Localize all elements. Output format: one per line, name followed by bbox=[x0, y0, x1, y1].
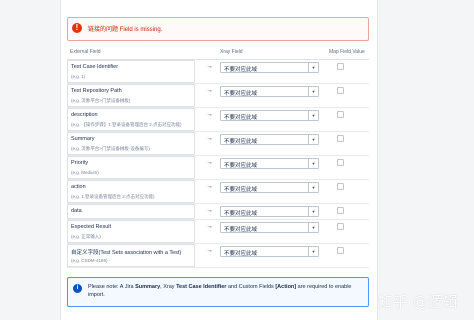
xray-field-select[interactable]: 不要对应此域 ▼ bbox=[220, 222, 319, 233]
mapping-row: data → 不要对应此域 ▼ bbox=[67, 204, 369, 220]
mapping-row: Test Repository Path (e.g. 流象平台>门禁设备械板) → 不… bbox=[67, 84, 369, 108]
chevron-down-icon[interactable]: ▼ bbox=[308, 111, 318, 120]
xray-field-selected-value: 不要对应此域 bbox=[224, 139, 258, 145]
mapping-row: Priority (e.g. Medium) → 不要对应此域 ▼ bbox=[67, 156, 369, 180]
external-field-example: (e.g. 流象平台>门禁设备械板) bbox=[71, 98, 131, 103]
arrow-right-icon: → bbox=[206, 87, 213, 94]
external-field-cell: Summary (e.g. 流象平台>门禁设备械板-设备编写) bbox=[67, 132, 195, 155]
external-field-example: (e.g. 流象平台>门禁设备械板-设备编写) bbox=[71, 146, 150, 151]
chevron-down-icon[interactable]: ▼ bbox=[308, 135, 318, 144]
arrow-right-icon: → bbox=[206, 183, 213, 190]
chevron-down-icon[interactable]: ▼ bbox=[308, 207, 318, 216]
chevron-down-icon[interactable]: ▼ bbox=[308, 87, 318, 96]
external-field-example: (e.g. 1.登录设备管理后台 2.点击对应功能) bbox=[71, 194, 155, 199]
external-field-name: 自定义字段(Test Sets association with a Test) bbox=[71, 250, 182, 256]
import-mapping-panel: ! 链接的问题 Field is missing. External Field… bbox=[60, 0, 378, 320]
info-message: i Please note: A Jira Summary, Xray Test… bbox=[67, 277, 369, 307]
arrow-right-icon: → bbox=[206, 63, 213, 70]
map-field-value-checkbox[interactable] bbox=[337, 207, 344, 214]
map-field-value-checkbox[interactable] bbox=[337, 135, 344, 142]
info-icon: i bbox=[73, 284, 82, 293]
external-field-name: Expected Result bbox=[71, 224, 112, 230]
external-field-cell: Test Case Identifier (e.g. 1) bbox=[67, 60, 195, 83]
arrow-right-icon: → bbox=[206, 135, 213, 142]
external-field-cell: 自定义字段(Test Sets association with a Test)… bbox=[67, 244, 195, 267]
arrow-right-icon: → bbox=[206, 159, 213, 166]
xray-field-select[interactable]: 不要对应此域 ▼ bbox=[220, 182, 319, 193]
mapping-row: Test Case Identifier (e.g. 1) → 不要对应此域 ▼ bbox=[67, 60, 369, 84]
external-field-example: (e.g. 正常输入) bbox=[71, 234, 101, 239]
chevron-down-icon[interactable]: ▼ bbox=[308, 223, 318, 232]
external-field-cell: action (e.g. 1.登录设备管理后台 2.点击对应功能) bbox=[67, 180, 195, 203]
watermark: 知乎 @逻辑 bbox=[378, 293, 458, 311]
error-text: 链接的问题 Field is missing. bbox=[88, 27, 163, 33]
map-field-value-checkbox[interactable] bbox=[337, 223, 344, 230]
mapping-row: Summary (e.g. 流象平台>门禁设备械板-设备编写) → 不要对应此域 ▼ bbox=[67, 132, 369, 156]
arrow-right-icon: → bbox=[206, 223, 213, 230]
arrow-right-icon: → bbox=[206, 207, 213, 214]
chevron-down-icon[interactable]: ▼ bbox=[308, 247, 318, 256]
external-field-name: Summary bbox=[71, 136, 95, 142]
chevron-down-icon[interactable]: ▼ bbox=[308, 159, 318, 168]
error-icon: ! bbox=[72, 23, 82, 33]
xray-field-select[interactable]: 不要对应此域 ▼ bbox=[220, 158, 319, 169]
xray-field-selected-value: 不要对应此域 bbox=[224, 211, 258, 217]
xray-field-select[interactable]: 不要对应此域 ▼ bbox=[220, 86, 319, 97]
xray-field-select[interactable]: 不要对应此域 ▼ bbox=[220, 110, 319, 121]
mapping-row: Expected Result (e.g. 正常输入) → 不要对应此域 ▼ bbox=[67, 220, 369, 244]
xray-field-selected-value: 不要对应此域 bbox=[224, 187, 258, 193]
mapping-row: action (e.g. 1.登录设备管理后台 2.点击对应功能) → 不要对应此域 ▼ bbox=[67, 180, 369, 204]
header-external-field: External Field bbox=[70, 49, 101, 55]
map-field-value-checkbox[interactable] bbox=[337, 87, 344, 94]
xray-field-select[interactable]: 不要对应此域 ▼ bbox=[220, 62, 319, 73]
external-field-example: (e.g. 1) bbox=[71, 74, 86, 79]
xray-field-selected-value: 不要对应此域 bbox=[224, 67, 258, 73]
map-field-value-checkbox[interactable] bbox=[337, 247, 344, 254]
external-field-cell: description (e.g. 【操作步骤】1.登录设备管理后台 2.点击对应… bbox=[67, 108, 195, 131]
external-field-name: Test Repository Path bbox=[71, 88, 122, 94]
xray-field-selected-value: 不要对应此域 bbox=[224, 227, 258, 233]
xray-field-selected-value: 不要对应此域 bbox=[224, 91, 258, 97]
xray-field-selected-value: 不要对应此域 bbox=[224, 163, 258, 169]
map-field-value-checkbox[interactable] bbox=[337, 183, 344, 190]
arrow-right-icon: → bbox=[206, 247, 213, 254]
error-message: ! 链接的问题 Field is missing. bbox=[67, 17, 369, 41]
external-field-name: Test Case Identifier bbox=[71, 64, 119, 70]
map-field-value-checkbox[interactable] bbox=[337, 63, 344, 70]
table-header: External Field Xray Field Map Field Valu… bbox=[67, 47, 369, 60]
external-field-cell: Priority (e.g. Medium) bbox=[67, 156, 195, 179]
external-field-name: action bbox=[71, 184, 86, 190]
map-field-value-checkbox[interactable] bbox=[337, 111, 344, 118]
external-field-cell: Test Repository Path (e.g. 流象平台>门禁设备械板) bbox=[67, 84, 195, 107]
external-field-example: (e.g. CSDM-4169) bbox=[71, 258, 108, 263]
xray-field-select[interactable]: 不要对应此域 ▼ bbox=[220, 134, 319, 145]
external-field-name: Priority bbox=[71, 160, 89, 166]
chevron-down-icon[interactable]: ▼ bbox=[308, 183, 318, 192]
chevron-down-icon[interactable]: ▼ bbox=[308, 63, 318, 72]
external-field-cell: data bbox=[67, 204, 195, 219]
external-field-name: description bbox=[71, 112, 98, 118]
external-field-cell: Expected Result (e.g. 正常输入) bbox=[67, 220, 195, 243]
info-text: Please note: A Jira Summary, Xray Test C… bbox=[88, 284, 352, 298]
xray-field-select[interactable]: 不要对应此域 ▼ bbox=[220, 246, 319, 257]
external-field-name: data bbox=[71, 208, 82, 214]
header-map-field-value: Map Field Value bbox=[329, 49, 365, 55]
external-field-example: (e.g. Medium) bbox=[71, 170, 99, 175]
xray-field-selected-value: 不要对应此域 bbox=[224, 115, 258, 121]
xray-field-selected-value: 不要对应此域 bbox=[224, 251, 258, 257]
xray-field-select[interactable]: 不要对应此域 ▼ bbox=[220, 206, 319, 217]
mapping-row: description (e.g. 【操作步骤】1.登录设备管理后台 2.点击对应… bbox=[67, 108, 369, 132]
arrow-right-icon: → bbox=[206, 111, 213, 118]
external-field-example: (e.g. 【操作步骤】1.登录设备管理后台 2.点击对应功能) bbox=[71, 122, 182, 127]
mapping-row: 自定义字段(Test Sets association with a Test)… bbox=[67, 244, 369, 268]
header-xray-field: Xray Field bbox=[220, 49, 243, 55]
map-field-value-checkbox[interactable] bbox=[337, 159, 344, 166]
